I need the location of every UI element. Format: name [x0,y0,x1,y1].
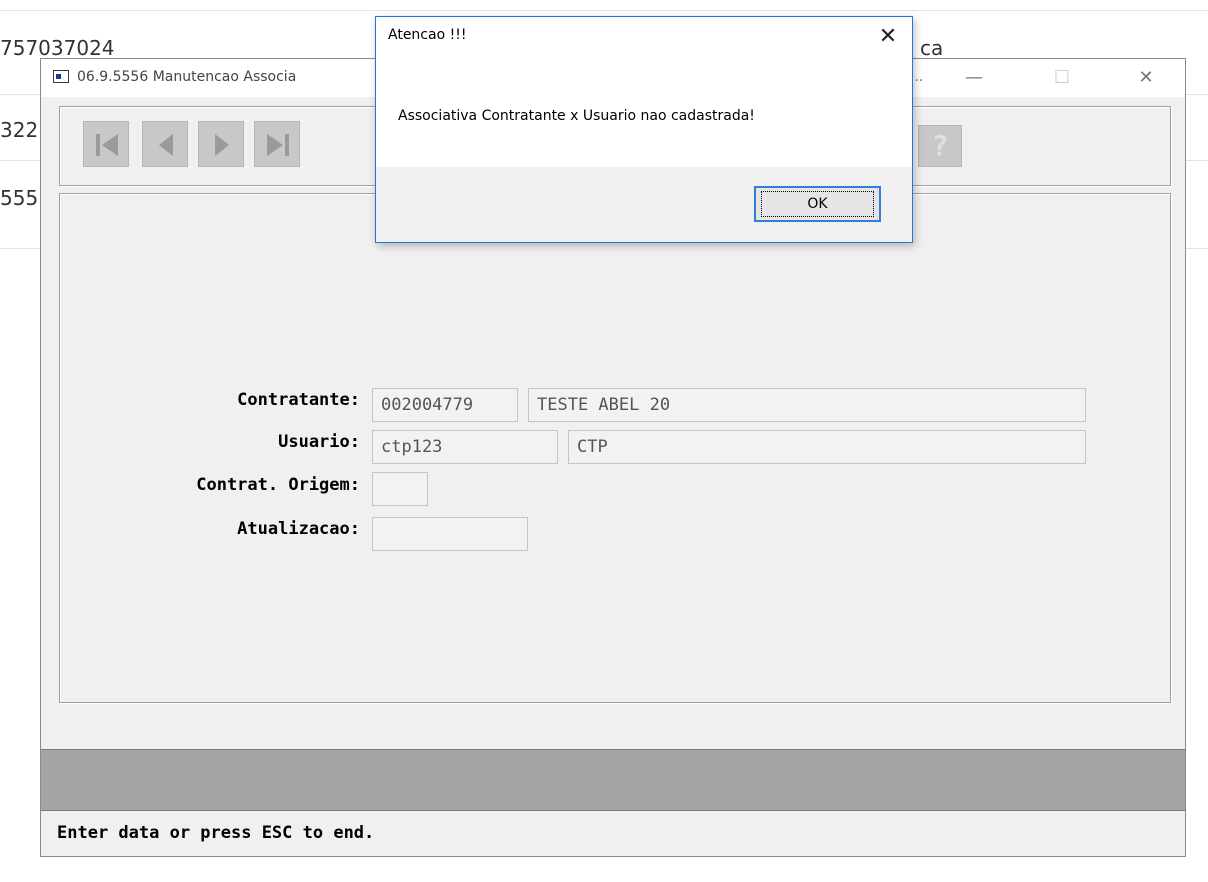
background-row [0,10,1208,11]
usuario-label: Usuario: [278,432,360,452]
usuario-code-field[interactable]: ctp123 [372,430,558,464]
help-icon: ? [931,129,949,162]
last-record-button[interactable] [254,121,300,167]
form-panel: Contratante: 002004779 TESTE ABEL 20 Usu… [59,193,1171,703]
previous-record-icon [159,134,173,156]
atualizacao-field[interactable] [372,517,528,551]
background-text: 322 [0,118,39,142]
ok-button[interactable]: OK [754,186,881,222]
contrat-origem-field[interactable] [372,472,428,506]
next-record-icon [215,134,229,156]
status-message: Enter data or press ESC to end. [57,823,375,843]
status-band [41,749,1185,811]
dialog-close-icon[interactable]: ✕ [874,23,902,51]
dialog-footer: OK [376,167,912,242]
contrat-origem-label: Contrat. Origem: [196,475,360,495]
window-title: 06.9.5556 Manutencao Associa [77,69,297,85]
background-text-right: ca [920,36,944,60]
contratante-label: Contratante: [237,390,360,410]
ok-button-label: OK [761,191,874,217]
next-record-button[interactable] [198,121,244,167]
contratante-name-field[interactable]: TESTE ABEL 20 [528,388,1086,422]
close-button[interactable]: ✕ [1125,63,1167,93]
dialog-message: Associativa Contratante x Usuario nao ca… [398,108,755,124]
background-text: 757037024 [0,36,115,60]
minimize-button[interactable]: — [953,63,995,93]
previous-record-button[interactable] [142,121,188,167]
first-record-icon [96,134,118,156]
usuario-name-field[interactable]: CTP [568,430,1086,464]
help-button[interactable]: ? [918,125,962,167]
background-text: 555 [0,186,39,210]
dialog-title: Atencao !!! [388,27,467,43]
atualizacao-label: Atualizacao: [237,519,360,539]
alert-dialog: Atencao !!! ✕ Associativa Contratante x … [375,16,913,243]
contratante-code-field[interactable]: 002004779 [372,388,518,422]
maximize-button[interactable]: ☐ [1041,63,1083,93]
first-record-button[interactable] [83,121,129,167]
app-icon [53,70,69,83]
last-record-icon [267,134,289,156]
